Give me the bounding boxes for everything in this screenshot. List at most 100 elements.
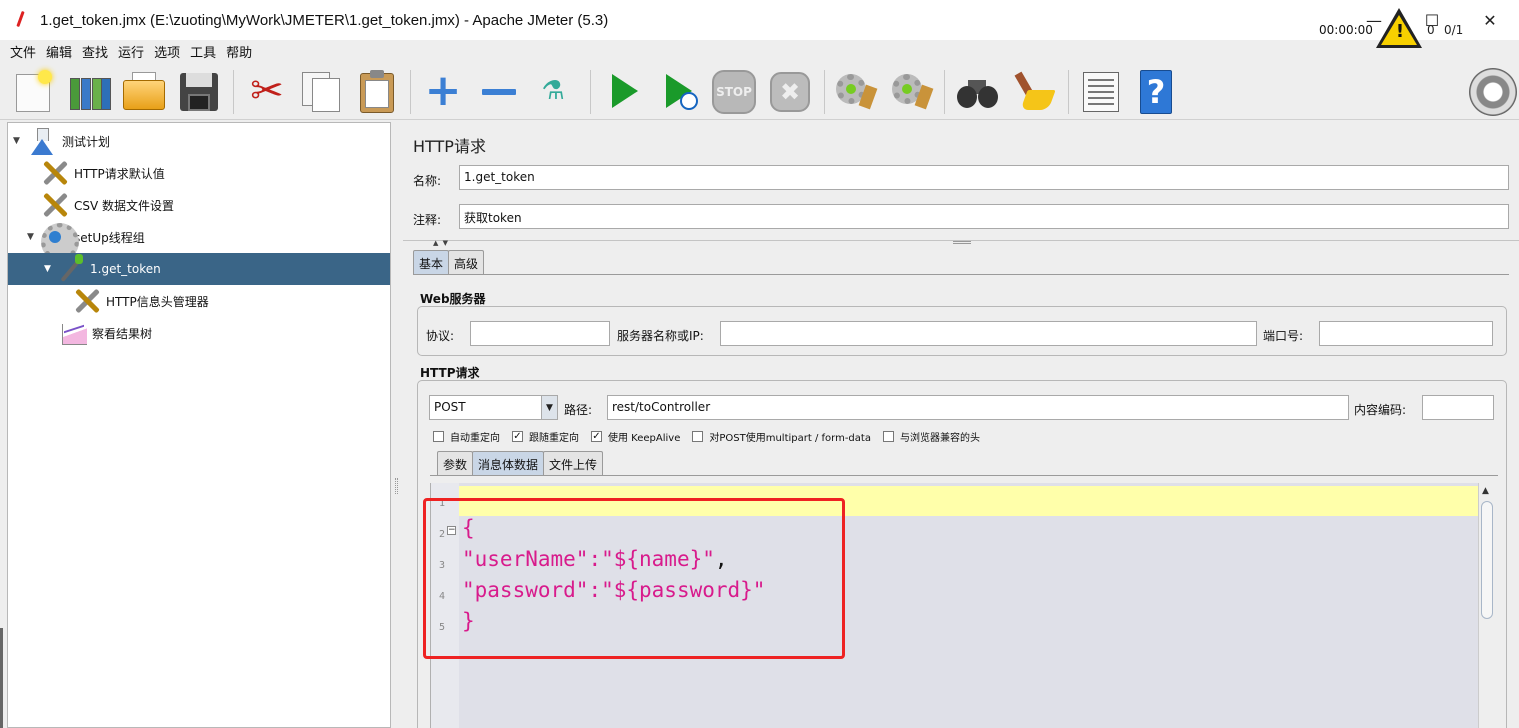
tab-advanced[interactable]: 高级 xyxy=(448,250,485,274)
error-count: 0 xyxy=(1427,23,1435,37)
tree-item-http-defaults[interactable]: HTTP请求默认值 xyxy=(8,157,390,189)
clear-all-button[interactable] xyxy=(888,68,934,114)
tree-item-test-plan[interactable]: ▼ 测试计划 xyxy=(8,125,390,157)
menu-file[interactable]: 文件 xyxy=(8,42,38,61)
flask-icon xyxy=(28,126,58,156)
green-dot-icon xyxy=(902,84,912,94)
clear-button[interactable] xyxy=(832,68,878,114)
server-field[interactable] xyxy=(720,321,1257,346)
panel-title: HTTP请求 xyxy=(413,137,486,156)
tree-item-get-token[interactable]: ▼ 1.get_token xyxy=(8,253,390,285)
expand-all-button[interactable]: + xyxy=(420,68,466,114)
expander-icon[interactable]: ▼ xyxy=(13,136,20,146)
port-label: 端口号: xyxy=(1263,329,1304,343)
menu-edit[interactable]: 编辑 xyxy=(44,42,74,61)
encoding-field[interactable] xyxy=(1422,395,1494,420)
horizontal-splitter[interactable]: ▲ ▼ xyxy=(403,239,1519,247)
menu-run[interactable]: 运行 xyxy=(116,42,146,61)
method-select[interactable]: POST ▼ xyxy=(429,395,558,420)
auto-redirect-checkbox[interactable] xyxy=(433,431,444,442)
green-dot-icon xyxy=(846,84,856,94)
search-button[interactable] xyxy=(954,68,1000,114)
path-field[interactable]: rest/toController xyxy=(607,395,1349,420)
templates-book-icon xyxy=(81,78,91,110)
expander-icon[interactable]: ▼ xyxy=(44,264,51,274)
test-plan-tree: ▼ 测试计划 HTTP请求默认值 CSV 数据文件设置 ▼ setUp线程组 ▼… xyxy=(7,122,391,728)
shutdown-button[interactable]: ✖ xyxy=(766,68,812,114)
tree-item-setup-thread-group[interactable]: ▼ setUp线程组 xyxy=(8,221,390,261)
follow-redirects-checkbox[interactable]: ✓ xyxy=(512,431,523,442)
tree-item-header-manager[interactable]: HTTP信息头管理器 xyxy=(8,285,390,317)
start-no-pauses-button[interactable] xyxy=(656,68,702,114)
binoculars-icon xyxy=(957,86,977,108)
follow-redirects-label: 跟随重定向 xyxy=(529,433,579,444)
reset-search-button[interactable] xyxy=(1012,68,1058,114)
templates-book-icon xyxy=(70,78,80,110)
thread-group-gear-icon xyxy=(40,222,79,261)
multipart-label: 对POST使用multipart / form-data xyxy=(709,433,871,444)
collapse-all-button[interactable] xyxy=(476,68,522,114)
shutdown-x-icon: ✖ xyxy=(770,72,810,112)
scrollbar-thumb[interactable] xyxy=(1481,501,1493,619)
options-row: 自动重定向 ✓ 跟随重定向 ✓ 使用 KeepAlive 对POST使用mult… xyxy=(429,429,988,444)
tree-item-label: HTTP请求默认值 xyxy=(74,166,165,181)
comment-label: 注释: xyxy=(413,213,442,227)
menu-options[interactable]: 选项 xyxy=(152,42,182,61)
scroll-up-icon[interactable]: ▲ xyxy=(1482,486,1489,496)
new-plan-button[interactable] xyxy=(12,68,58,114)
name-label: 名称: xyxy=(413,174,442,188)
help-button[interactable]: ? xyxy=(1132,68,1178,114)
graph-icon xyxy=(58,318,88,348)
http-request-title: HTTP请求 xyxy=(420,366,480,380)
floppy-label-icon xyxy=(186,73,212,87)
tree-item-label: 察看结果树 xyxy=(92,326,153,341)
play-icon xyxy=(612,74,638,108)
menu-tools[interactable]: 工具 xyxy=(188,42,218,61)
copy-page-icon xyxy=(312,78,340,112)
toolbar-separator xyxy=(944,70,945,114)
cut-button[interactable]: ✂ xyxy=(244,68,290,114)
tree-item-label: 1.get_token xyxy=(90,262,161,276)
tab-file-upload[interactable]: 文件上传 xyxy=(543,451,604,475)
browser-headers-checkbox[interactable] xyxy=(882,431,894,442)
stop-button[interactable]: STOP xyxy=(710,68,756,114)
path-label: 路径: xyxy=(564,403,593,417)
splitter-arrows-icon[interactable]: ▲ ▼ xyxy=(433,239,449,247)
tree-item-label: HTTP信息头管理器 xyxy=(106,294,209,309)
tab-parameters[interactable]: 参数 xyxy=(437,451,474,475)
vertical-splitter[interactable] xyxy=(391,122,403,728)
port-field[interactable] xyxy=(1319,321,1493,346)
menu-search[interactable]: 查找 xyxy=(80,42,110,61)
toggle-button[interactable]: ⚗ xyxy=(530,68,576,114)
chevron-down-icon[interactable]: ▼ xyxy=(541,396,557,419)
keepalive-checkbox[interactable]: ✓ xyxy=(591,431,602,442)
tree-item-view-results-tree[interactable]: 察看结果树 xyxy=(8,317,390,349)
save-button[interactable] xyxy=(176,68,222,114)
open-button[interactable] xyxy=(120,68,166,114)
pipette-toggle-icon: ⚗ xyxy=(541,76,565,106)
templates-button[interactable] xyxy=(66,68,112,114)
tab-body-data[interactable]: 消息体数据 xyxy=(472,451,545,475)
remote-status-icon[interactable] xyxy=(1469,68,1517,116)
protocol-label: 协议: xyxy=(426,329,455,343)
name-field[interactable]: 1.get_token xyxy=(459,165,1509,190)
function-helper-button[interactable] xyxy=(1078,68,1124,114)
comment-field[interactable]: 获取token xyxy=(459,204,1509,229)
protocol-field[interactable] xyxy=(470,321,610,346)
close-button[interactable]: ✕ xyxy=(1461,0,1519,40)
elapsed-timer: 00:00:00 xyxy=(1319,23,1373,37)
multipart-checkbox[interactable] xyxy=(692,431,704,442)
templates-book-icon xyxy=(101,78,111,110)
toolbar-separator xyxy=(1068,70,1069,114)
tools-icon xyxy=(40,158,70,188)
toolbar-separator xyxy=(590,70,591,114)
tree-item-csv-config[interactable]: CSV 数据文件设置 xyxy=(8,189,390,221)
menu-help[interactable]: 帮助 xyxy=(224,42,254,61)
copy-button[interactable] xyxy=(298,68,344,114)
tab-basic[interactable]: 基本 xyxy=(413,250,450,274)
editor-scrollbar[interactable]: ▲ xyxy=(1478,483,1495,728)
paste-button[interactable] xyxy=(354,68,400,114)
start-button[interactable] xyxy=(600,68,646,114)
body-tab-divider xyxy=(430,475,1498,476)
expander-icon[interactable]: ▼ xyxy=(27,232,34,242)
